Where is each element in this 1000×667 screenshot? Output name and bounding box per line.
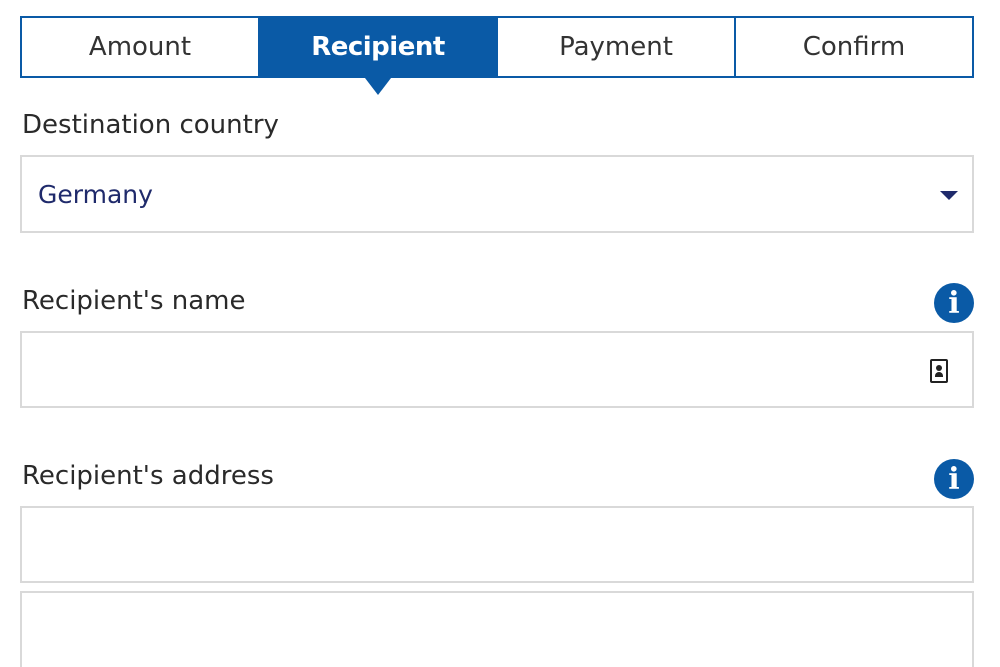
recipient-address-line1-input[interactable] <box>22 508 972 581</box>
progress-stepper: Amount Recipient Payment Confirm <box>20 16 974 78</box>
recipient-address-line2-input[interactable] <box>22 593 972 667</box>
recipient-address-label: Recipient's address <box>22 461 274 491</box>
step-payment[interactable]: Payment <box>496 18 734 76</box>
recipient-address-line2-field[interactable] <box>20 591 974 667</box>
recipient-name-field[interactable] <box>20 331 974 408</box>
contact-book-icon[interactable] <box>930 359 948 383</box>
recipient-address-line1-field[interactable] <box>20 506 974 583</box>
recipient-form-page: Amount Recipient Payment Confirm Destina… <box>0 0 1000 667</box>
step-recipient[interactable]: Recipient <box>258 18 496 76</box>
destination-country-select[interactable]: Germany <box>20 155 974 233</box>
recipient-name-label: Recipient's name <box>22 286 246 316</box>
destination-country-value: Germany <box>38 179 153 209</box>
chevron-down-icon <box>940 191 958 200</box>
step-confirm[interactable]: Confirm <box>734 18 972 76</box>
recipient-name-input[interactable] <box>22 333 972 406</box>
info-icon[interactable]: i <box>934 459 974 499</box>
info-icon[interactable]: i <box>934 283 974 323</box>
destination-country-label: Destination country <box>22 110 279 140</box>
step-amount[interactable]: Amount <box>22 18 258 76</box>
